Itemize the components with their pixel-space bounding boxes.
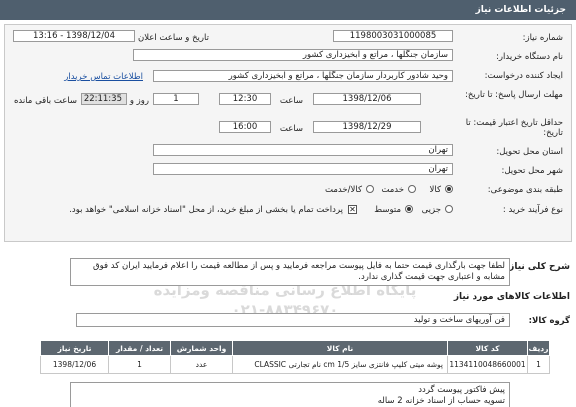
price-date-field: 1398/12/29 [313, 121, 421, 133]
table-row: 1 1134110048660001 پوشه میتی کلیپ فانتزی… [40, 355, 550, 374]
cell-unit: عدد [170, 355, 233, 374]
remaining-time-field: 22:11:35 [81, 93, 127, 105]
treasury-payment-checkbox[interactable]: ✕ [348, 205, 357, 214]
goods-group-label: گروه کالا: [528, 316, 570, 326]
page-title: جزئیات اطلاعات نیاز [475, 5, 566, 15]
process-medium-label: متوسط [374, 205, 401, 215]
goods-table-header: ردیف کد کالا نام کالا واحد شمارش تعداد /… [40, 340, 550, 356]
goods-section-title: اطلاعات کالاهای مورد نیاز [453, 292, 570, 302]
page-header: جزئیات اطلاعات نیاز [0, 0, 576, 20]
cell-code: 1134110048660001 [447, 355, 528, 374]
details-panel: شماره نیاز: 1198003031000085 تاریخ و ساع… [4, 24, 572, 242]
category-goods-label: کالا [429, 185, 441, 195]
buyer-org-field: سازمان جنگلها ، مراتع و آبخیزداری کشور [133, 49, 453, 61]
cell-name: پوشه میتی کلیپ فانتزی سایز cm 1/5 نام تج… [232, 355, 448, 374]
notes-line-2: تسویه حساب از اسناد خزانه 2 ساله [377, 396, 505, 406]
creator-label: ایجاد کننده درخواست: [484, 71, 563, 81]
payment-note: پرداخت تمام یا بخشی از مبلغ خرید، از محل… [69, 205, 343, 215]
price-time-field: 16:00 [219, 121, 271, 133]
cell-row: 1 [527, 355, 550, 374]
col-code: کد کالا [447, 340, 528, 356]
category-service-label: خدمت [381, 185, 404, 195]
notes-line-1: پیش فاکتور پیوست گردد [418, 385, 505, 395]
category-label: طبقه بندی موضوعی: [487, 185, 563, 195]
category-service-radio[interactable] [408, 185, 416, 193]
city-field: تهران [153, 163, 453, 175]
announce-field: 1398/12/04 - 13:16 [13, 30, 135, 42]
process-medium-radio[interactable] [405, 205, 413, 213]
col-name: نام کالا [232, 340, 448, 356]
process-label: نوع فرآیند خرید : [502, 205, 563, 215]
description-box: لطفا جهت بارگذاری قیمت حتما به فایل پیوس… [70, 258, 510, 286]
reply-deadline-label: مهلت ارسال پاسخ: تا تاریخ: [465, 90, 563, 100]
category-goods-radio[interactable] [445, 185, 453, 193]
reply-time-field: 12:30 [219, 93, 271, 105]
need-number-field: 1198003031000085 [333, 30, 453, 42]
goods-table: ردیف کد کالا نام کالا واحد شمارش تعداد /… [40, 340, 550, 374]
need-number-label: شماره نیاز: [522, 33, 563, 43]
price-validity-label: حداقل تاریخ اعتبار قیمت: تا تاریخ: [465, 118, 563, 138]
col-row: ردیف [527, 340, 550, 356]
category-both-radio[interactable] [366, 185, 374, 193]
province-label: استان محل تحویل: [496, 147, 563, 157]
province-field: تهران [153, 144, 453, 156]
goods-group-field: فن آوریهای ساخت و تولید [76, 313, 510, 327]
col-date: تاریخ نیاز [40, 340, 109, 356]
buyer-notes-box: پیش فاکتور پیوست گردد تسویه حساب از اسنا… [70, 382, 510, 407]
reply-date-field: 1398/12/06 [313, 93, 421, 105]
col-qty: تعداد / مقدار [108, 340, 171, 356]
cell-date: 1398/12/06 [40, 355, 109, 374]
col-unit: واحد شمارش [170, 340, 233, 356]
process-minor-radio[interactable] [445, 205, 453, 213]
description-label: شرح کلی نیاز: [505, 262, 570, 272]
reply-time-label: ساعت [279, 96, 303, 106]
category-both-label: کالا/خدمت [325, 185, 362, 195]
days-field: 1 [153, 93, 199, 105]
process-minor-label: جزیی [421, 205, 441, 215]
contact-info-link[interactable]: اطلاعات تماس خریدار [64, 72, 143, 82]
days-label: روز و [129, 96, 149, 106]
remaining-time-label: ساعت باقی مانده [13, 96, 77, 106]
cell-qty: 1 [108, 355, 171, 374]
creator-field: وحید شادور کاربردار سازمان جنگلها ، مرات… [153, 70, 453, 82]
price-time-label: ساعت [279, 124, 303, 134]
city-label: شهر محل تحویل: [501, 166, 563, 176]
buyer-org-label: نام دستگاه خریدار: [496, 52, 563, 62]
